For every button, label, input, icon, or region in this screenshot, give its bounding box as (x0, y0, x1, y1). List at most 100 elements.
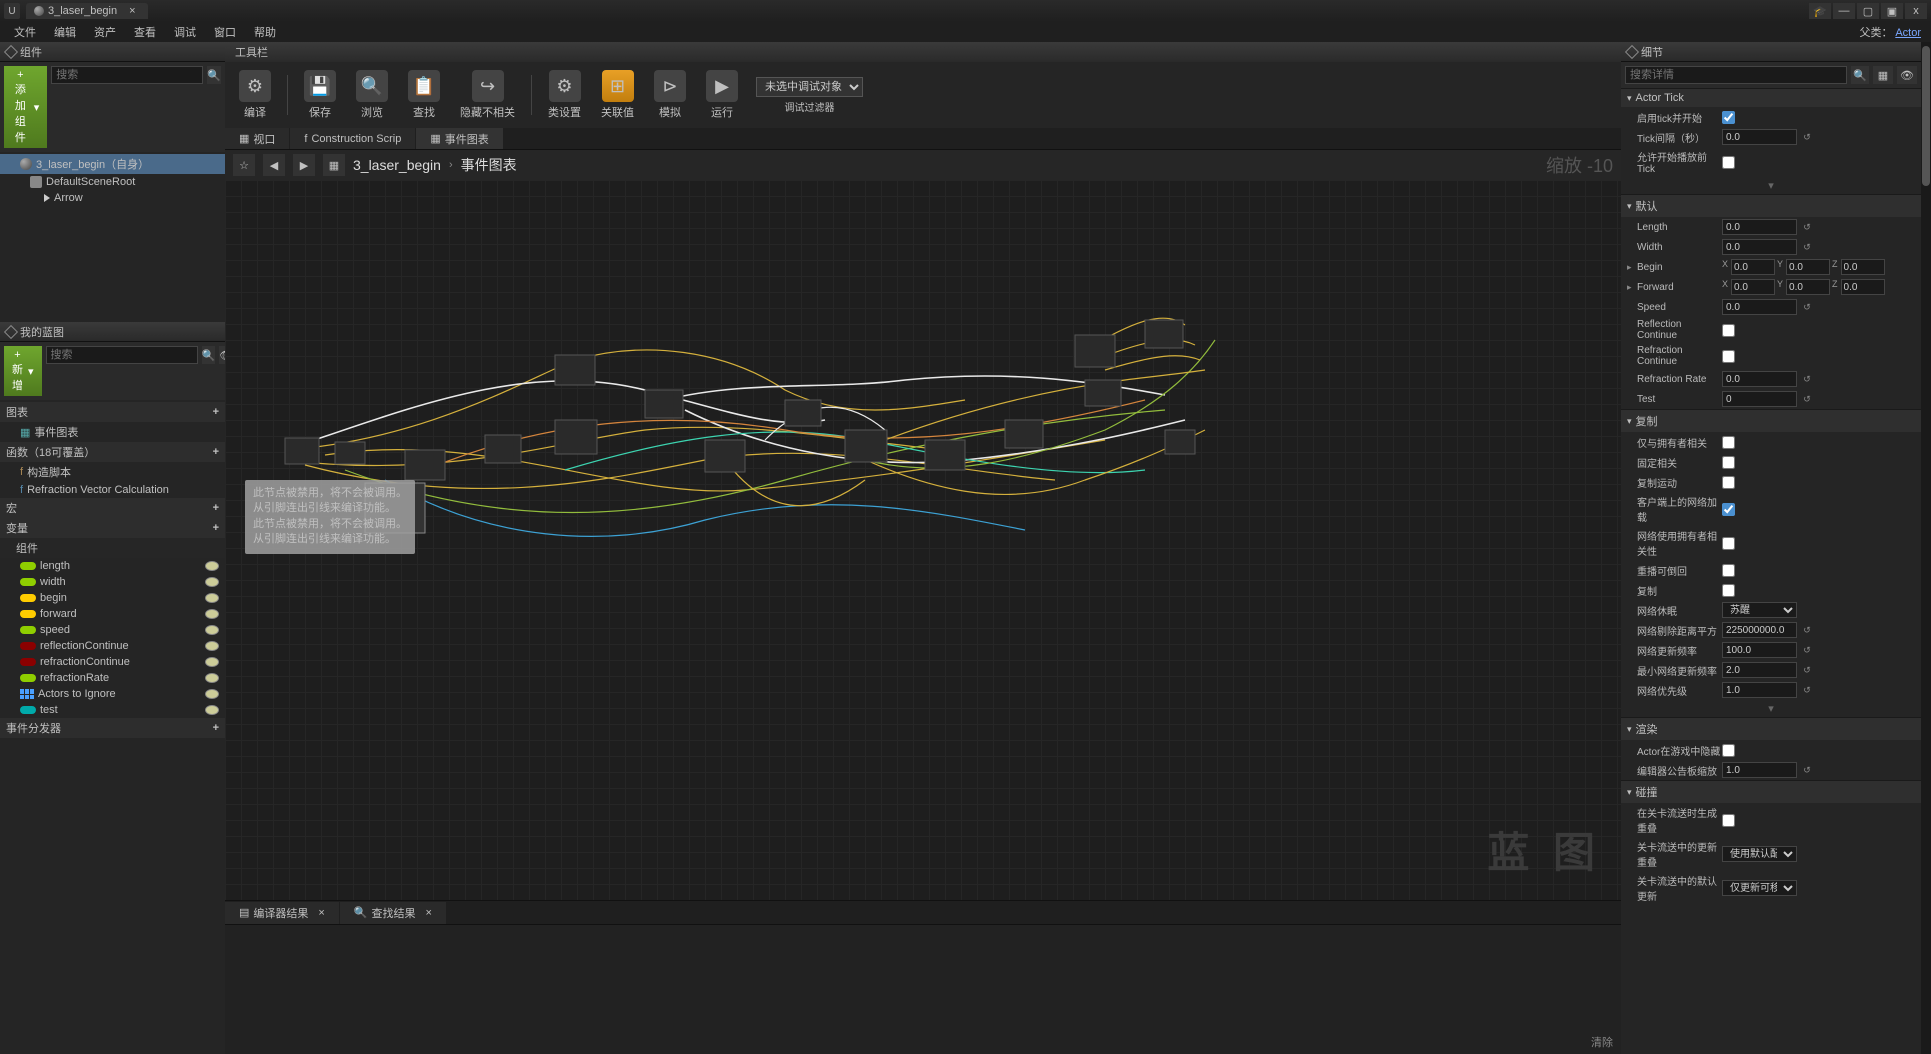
component-default-scene-root[interactable]: DefaultSceneRoot (0, 174, 225, 190)
myblueprint-panel-header[interactable]: 我的蓝图 (0, 322, 225, 342)
add-component-button[interactable]: + 添加组件 (4, 66, 47, 148)
input-Forward-x[interactable] (1731, 279, 1775, 295)
checkbox-网络使用拥有者相关性[interactable] (1722, 537, 1735, 550)
checkbox-Refraction Continue[interactable] (1722, 350, 1735, 363)
variable-reflectionContinue[interactable]: reflectionContinue (0, 638, 225, 654)
clear-button[interactable]: 清除 (1591, 1034, 1613, 1050)
menu-file[interactable]: 文件 (6, 22, 44, 42)
reset-icon[interactable]: ↺ (1801, 301, 1813, 313)
input-网络优先级[interactable] (1722, 682, 1797, 698)
grid-icon[interactable]: ▦ (323, 154, 345, 176)
add-function-icon[interactable]: + (213, 446, 219, 458)
toolbar-浏览[interactable]: 🔍浏览 (348, 68, 396, 122)
reset-icon[interactable]: ↺ (1801, 624, 1813, 636)
input-Forward-z[interactable] (1841, 279, 1885, 295)
bottom-tab-查找结果[interactable]: 🔍查找结果× (340, 902, 446, 924)
input-网络更新频率[interactable] (1722, 642, 1797, 658)
minimize-button[interactable]: — (1833, 3, 1855, 19)
reset-icon[interactable]: ↺ (1801, 393, 1813, 405)
select-网络休眠[interactable]: 苏醒 (1722, 602, 1797, 618)
select-关卡流送中的更新重叠[interactable]: 使用默认配置 (1722, 846, 1797, 862)
reset-icon[interactable]: ↺ (1801, 241, 1813, 253)
input-Tick间隔（秒）[interactable] (1722, 129, 1797, 145)
breadcrumb-leaf[interactable]: 事件图表 (461, 155, 517, 175)
checkbox-启用tick并开始[interactable] (1722, 111, 1735, 124)
grid-view-icon[interactable]: ▦ (1873, 66, 1893, 84)
reset-icon[interactable]: ↺ (1801, 221, 1813, 233)
section-macros[interactable]: 宏+ (0, 498, 225, 518)
visibility-icon[interactable] (205, 657, 219, 667)
menu-edit[interactable]: 编辑 (46, 22, 84, 42)
new-button[interactable]: + 新增 (4, 346, 42, 396)
bottom-tab-编译器结果[interactable]: ▤编译器结果× (225, 902, 339, 924)
graph-tab-Construction Scrip[interactable]: fConstruction Scrip (290, 128, 415, 149)
add-variable-icon[interactable]: + (213, 522, 219, 534)
close-icon[interactable]: × (426, 907, 432, 919)
checkbox-复制[interactable] (1722, 584, 1735, 597)
expand-more-icon[interactable]: ▾ (1621, 177, 1921, 194)
favorite-button[interactable]: ☆ (233, 154, 255, 176)
reset-icon[interactable]: ↺ (1801, 131, 1813, 143)
graph-tab-视口[interactable]: ▦视口 (225, 128, 289, 149)
select-关卡流送中的默认更新[interactable]: 仅更新可移动项 (1722, 880, 1797, 896)
input-Length[interactable] (1722, 219, 1797, 235)
visibility-icon[interactable] (205, 609, 219, 619)
expand-more-icon[interactable]: ▾ (1621, 700, 1921, 717)
reset-icon[interactable]: ↺ (1801, 764, 1813, 776)
visibility-icon[interactable] (205, 593, 219, 603)
visibility-icon[interactable] (205, 641, 219, 651)
section-variables[interactable]: 变量+ (0, 518, 225, 538)
category-渲染[interactable]: 渲染 (1621, 717, 1921, 740)
parent-class-link[interactable]: Actor (1895, 27, 1921, 39)
visibility-icon[interactable] (205, 577, 219, 587)
checkbox-客户端上的网络加载[interactable] (1722, 503, 1735, 516)
scroll-thumb[interactable] (1922, 46, 1930, 186)
reset-icon[interactable]: ↺ (1801, 664, 1813, 676)
variable-forward[interactable]: forward (0, 606, 225, 622)
close-icon[interactable]: × (318, 907, 324, 919)
myblueprint-search-input[interactable] (46, 346, 198, 364)
input-最小网络更新频率[interactable] (1722, 662, 1797, 678)
components-search-input[interactable] (51, 66, 203, 84)
toolbar-类设置[interactable]: ⚙类设置 (540, 68, 589, 122)
visibility-icon[interactable] (205, 673, 219, 683)
variable-Actors to Ignore[interactable]: Actors to Ignore (0, 686, 225, 702)
visibility-icon[interactable] (205, 625, 219, 635)
toolbar-编译[interactable]: ⚙编译 (231, 68, 279, 122)
search-icon[interactable]: 🔍 (1851, 66, 1869, 84)
tab-close-icon[interactable]: × (129, 5, 135, 17)
checkbox-复制运动[interactable] (1722, 476, 1735, 489)
graph-canvas[interactable]: 此节点被禁用，将不会被调用。 从引脚连出引线来编译功能。 此节点被禁用，将不会被… (225, 180, 1621, 900)
variable-refractionContinue[interactable]: refractionContinue (0, 654, 225, 670)
category-复制[interactable]: 复制 (1621, 409, 1921, 432)
reset-icon[interactable]: ↺ (1801, 373, 1813, 385)
eye-icon[interactable]: 👁 (1897, 66, 1917, 84)
category-Actor Tick[interactable]: Actor Tick (1621, 88, 1921, 107)
breadcrumb-root[interactable]: 3_laser_begin (353, 157, 441, 173)
visibility-icon[interactable] (205, 689, 219, 699)
expand-icon[interactable]: ▸ (1627, 262, 1635, 273)
variable-length[interactable]: length (0, 558, 225, 574)
checkbox-允许开始播放前Tick[interactable] (1722, 156, 1735, 169)
checkbox-仅与拥有者相关[interactable] (1722, 436, 1735, 449)
input-Begin-y[interactable] (1786, 259, 1830, 275)
input-Width[interactable] (1722, 239, 1797, 255)
toolbar-隐藏不相关[interactable]: ↪隐藏不相关 (452, 68, 523, 122)
fn-refraction[interactable]: fRefraction Vector Calculation (0, 482, 225, 498)
toolbar-header[interactable]: 工具栏 (225, 42, 1621, 62)
variable-begin[interactable]: begin (0, 590, 225, 606)
details-search-input[interactable] (1625, 66, 1847, 84)
checkbox-Reflection Continue[interactable] (1722, 324, 1735, 337)
category-碰撞[interactable]: 碰撞 (1621, 780, 1921, 803)
window-tab[interactable]: 3_laser_begin × (26, 3, 148, 19)
variable-speed[interactable]: speed (0, 622, 225, 638)
menu-asset[interactable]: 资产 (86, 22, 124, 42)
variable-refractionRate[interactable]: refractionRate (0, 670, 225, 686)
checkbox-在关卡流送时生成重叠[interactable] (1722, 814, 1735, 827)
toolbar-关联值[interactable]: ⊞关联值 (593, 68, 642, 122)
input-Refraction Rate[interactable] (1722, 371, 1797, 387)
menu-help[interactable]: 帮助 (246, 22, 284, 42)
variable-test[interactable]: test (0, 702, 225, 718)
input-编辑器公告板缩放[interactable] (1722, 762, 1797, 778)
input-网络剔除距离平方[interactable] (1722, 622, 1797, 638)
